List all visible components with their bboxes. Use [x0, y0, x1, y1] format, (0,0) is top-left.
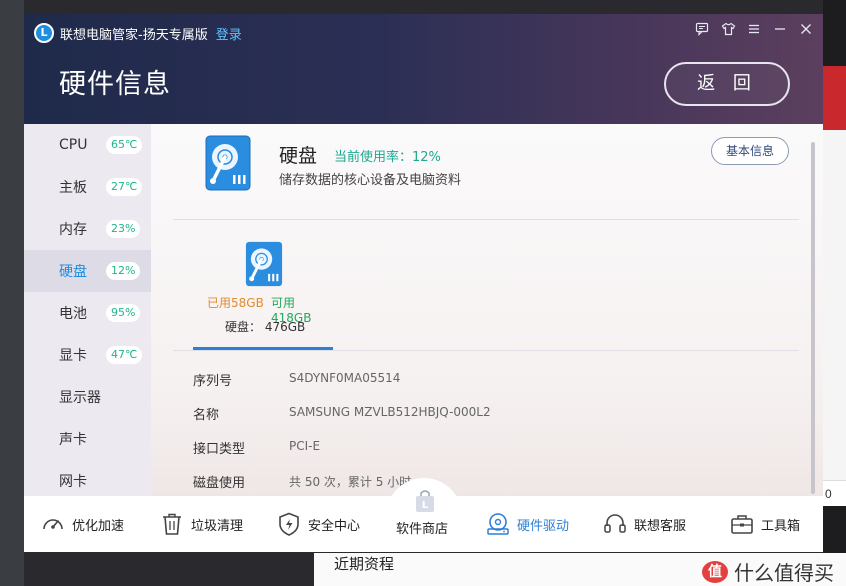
sidebar-item-display[interactable]: 显示器 — [24, 376, 151, 418]
disk-capacity: 硬盘： 476GB — [225, 320, 306, 334]
nav-label: 软件商店 — [396, 522, 449, 537]
bottom-nav: 优化加速 垃圾清理 安全中心 L 软件商店 硬件驱动 联想客服 工具箱 — [24, 478, 823, 552]
property-key: 序列号 — [193, 374, 233, 389]
sidebar-badge: 65℃ — [106, 136, 143, 154]
property-value: S4DYNF0MA05514 — [289, 371, 401, 385]
brand-logo-icon: 值 — [702, 560, 728, 583]
basic-info-button[interactable]: 基本信息 — [711, 137, 789, 165]
sidebar: CPU 65℃ 主板 27℃ 内存 23% 硬盘 12% 电池 95% 显卡 4… — [24, 124, 151, 496]
nav-label: 垃圾清理 — [191, 518, 244, 534]
menu-icon[interactable] — [745, 22, 763, 40]
app-title: 联想电脑管家-扬天专属版 — [60, 27, 208, 43]
property-key: 磁盘使用 — [193, 476, 246, 491]
app-window: L 联想电脑管家-扬天专属版 登录 硬件信息 返 回 CPU 65℃ 主板 27… — [24, 14, 823, 552]
headset-icon — [604, 514, 626, 533]
nav-label: 联想客服 — [634, 518, 687, 534]
shield-icon — [279, 512, 299, 536]
close-icon[interactable] — [797, 22, 815, 40]
nav-label: 工具箱 — [761, 518, 801, 534]
desktop-background-left — [0, 0, 24, 586]
nav-label: 硬件驱动 — [517, 518, 570, 534]
property-value: PCI-E — [289, 439, 321, 453]
property-key: 接口类型 — [193, 442, 246, 457]
divider — [173, 350, 799, 351]
sidebar-item-sound[interactable]: 声卡 — [24, 418, 151, 460]
page-title: 硬件信息 — [59, 69, 171, 100]
window-controls — [693, 22, 815, 40]
property-row: 序列号 S4DYNF0MA05514 — [193, 368, 793, 392]
disk-tab-card[interactable]: 已用58GB 可用418GB 硬盘： 476GB — [193, 239, 333, 349]
sidebar-item-gpu[interactable]: 显卡 47℃ — [24, 334, 151, 376]
skin-shirt-icon[interactable] — [719, 22, 737, 40]
property-key: 名称 — [193, 408, 220, 423]
sidebar-item-disk[interactable]: 硬盘 12% — [24, 250, 151, 292]
property-row: 名称 SAMSUNG MZVLB512HBJQ-000L2 — [193, 402, 793, 426]
header: L 联想电脑管家-扬天专属版 登录 硬件信息 返 回 — [24, 14, 823, 124]
sidebar-item-battery[interactable]: 电池 95% — [24, 292, 151, 334]
trash-icon — [163, 513, 181, 535]
login-link[interactable]: 登录 — [216, 24, 242, 43]
svg-text:L: L — [422, 500, 429, 511]
feedback-icon[interactable] — [693, 22, 711, 40]
sidebar-badge: 27℃ — [106, 178, 143, 196]
sidebar-item-memory[interactable]: 内存 23% — [24, 208, 151, 250]
disk-title: 硬盘 — [279, 145, 318, 167]
background-text: 近期资程 — [334, 556, 395, 573]
sidebar-badge: 95% — [106, 304, 141, 322]
disk-info-panel: 硬盘 当前使用率：12% 储存数据的核心设备及电脑资料 基本信息 已用58GB … — [151, 124, 823, 496]
shopping-bag-icon: L — [416, 490, 434, 512]
sidebar-item-label: CPU — [59, 137, 88, 153]
sidebar-item-label: 内存 — [59, 222, 87, 238]
sidebar-item-label: 主板 — [59, 180, 87, 196]
desktop-background-right: 0 — [823, 0, 846, 586]
property-row: 磁盘使用 共 50 次，累计 5 小时 — [193, 470, 793, 494]
nav-security[interactable]: 安全中心 — [276, 496, 360, 552]
nav-store[interactable]: L 软件商店 — [390, 488, 460, 552]
sidebar-item-label: 声卡 — [59, 432, 87, 448]
nav-cleanup[interactable]: 垃圾清理 — [159, 496, 243, 552]
titlebar: L 联想电脑管家-扬天专属版 登录 — [34, 22, 242, 44]
sidebar-item-label: 网卡 — [59, 474, 87, 490]
sidebar-badge: 12% — [106, 262, 141, 280]
sidebar-badge: 47℃ — [106, 346, 143, 364]
sidebar-item-cpu[interactable]: CPU 65℃ — [24, 124, 151, 166]
nav-label: 优化加速 — [72, 518, 125, 534]
background-red-band — [823, 66, 846, 130]
toolbox-icon — [731, 515, 753, 534]
sidebar-badge: 23% — [106, 220, 141, 238]
nav-optimize[interactable]: 优化加速 — [40, 496, 124, 552]
sidebar-item-label: 显示器 — [59, 390, 101, 406]
background-page — [823, 130, 846, 480]
scrollbar[interactable] — [811, 142, 815, 494]
property-row: 接口类型 PCI-E — [193, 436, 793, 460]
nav-label: 安全中心 — [308, 518, 361, 534]
background-bottom-strip: 近期资程 值 什么值得买 — [314, 553, 846, 586]
back-button[interactable]: 返 回 — [664, 62, 790, 106]
speedometer-icon — [43, 519, 63, 530]
hard-disk-nav-icon — [487, 513, 509, 535]
nav-toolbox[interactable]: 工具箱 — [729, 496, 800, 552]
nav-driver[interactable]: 硬件驱动 — [485, 496, 569, 552]
sidebar-item-label: 显卡 — [59, 348, 87, 364]
divider — [173, 219, 799, 220]
sidebar-item-label: 电池 — [59, 306, 87, 322]
disk-used: 已用58GB — [207, 296, 264, 310]
disk-usage-rate: 当前使用率：12% — [334, 150, 441, 165]
lenovo-logo-icon: L — [34, 23, 54, 43]
background-chip: 0 — [823, 480, 846, 506]
watermark-brand: 值 什么值得买 — [702, 557, 834, 586]
property-value: SAMSUNG MZVLB512HBJQ-000L2 — [289, 405, 491, 419]
minimize-icon[interactable] — [771, 22, 789, 40]
hard-disk-icon — [205, 135, 251, 191]
brand-name: 什么值得买 — [734, 561, 834, 585]
disk-description: 储存数据的核心设备及电脑资料 — [279, 173, 462, 188]
sidebar-item-motherboard[interactable]: 主板 27℃ — [24, 166, 151, 208]
nav-service[interactable]: 联想客服 — [602, 496, 686, 552]
sidebar-item-label: 硬盘 — [59, 264, 87, 280]
hard-disk-icon — [245, 241, 283, 287]
